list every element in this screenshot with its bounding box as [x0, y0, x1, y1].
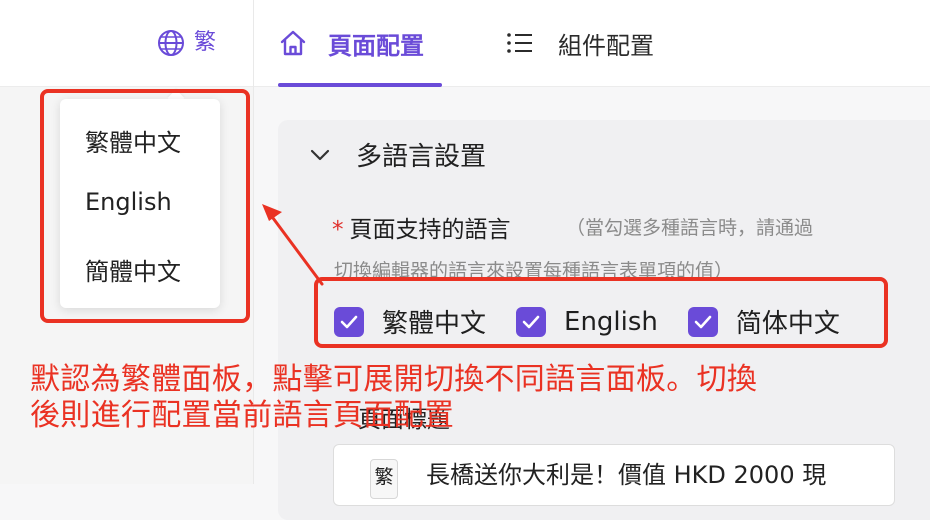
- annotation-arrow: [262, 204, 324, 286]
- annotation-text-line2: 後則進行配置當前語言頁面配置: [30, 398, 455, 433]
- tab-component-config-label: 組件配置: [558, 31, 654, 60]
- section-header-multilang[interactable]: 多語言設置: [308, 136, 486, 173]
- highlight-box-dropdown: [40, 89, 250, 323]
- section-title: 多語言設置: [356, 142, 487, 172]
- active-tab-indicator: [278, 83, 442, 87]
- left-header: 繁: [0, 0, 253, 87]
- globe-icon: [158, 30, 184, 56]
- supported-languages-text: 頁面支持的語言: [349, 217, 511, 243]
- top-nav: 頁面配置 組件配置: [254, 0, 930, 87]
- tab-page-config[interactable]: 頁面配置: [278, 0, 424, 86]
- input-language-badge: 繁: [370, 459, 398, 499]
- language-switcher[interactable]: 繁: [156, 28, 216, 58]
- required-mark: *: [332, 217, 344, 243]
- tab-component-config[interactable]: 組件配置: [506, 0, 654, 86]
- languages-hint-line1: （當勾選多種語言時，請通過: [566, 217, 814, 239]
- language-switcher-label: 繁: [194, 30, 217, 55]
- highlight-box-checkboxes: [314, 277, 888, 348]
- chevron-down-icon: [310, 149, 330, 160]
- list-icon: [507, 33, 532, 53]
- page-title-input[interactable]: 繁 長橋送你大利是！價值 HKD 2000 現: [333, 444, 895, 506]
- tab-page-config-label: 頁面配置: [328, 31, 424, 60]
- supported-languages-label: * 頁面支持的語言: [332, 210, 511, 244]
- home-icon: [280, 30, 306, 56]
- page-title-value: 長橋送你大利是！價值 HKD 2000 現: [426, 461, 827, 489]
